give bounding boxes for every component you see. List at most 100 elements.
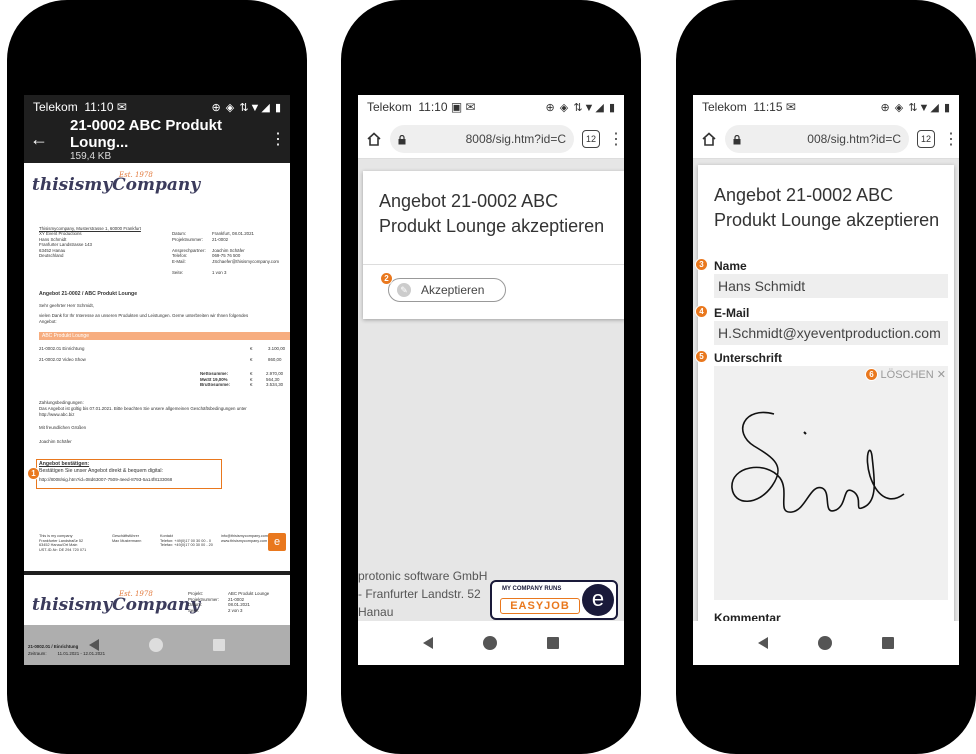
easyjob-tagline: MY COMPANY RUNS	[502, 586, 562, 592]
lock-icon	[398, 134, 406, 144]
clock: 11:15	[753, 100, 783, 114]
card-divider	[363, 264, 624, 265]
closing-text: Mit freundlichen Grüßen	[39, 425, 87, 430]
company-logo-est-page2: Est. 1978	[119, 590, 153, 598]
file-title: 21-0002 ABC Produkt Loung...	[70, 116, 222, 151]
nav-back-icon[interactable]	[423, 637, 433, 649]
card-title: Angebot 21-0002 ABC Produkt Lounge akzep…	[379, 191, 605, 236]
carrier-label: Telekom	[33, 100, 78, 114]
app-bar: ← 21-0002 ABC Produkt Loung... 159,4 KB …	[24, 117, 290, 162]
browser-toolbar: 008/sig.htm?id=C 12 ⋮	[693, 119, 959, 159]
browser-toolbar: 8008/sig.htm?id=C 12 ⋮	[358, 119, 624, 159]
page2-meta-values: ABC Produkt Lounge 21-0002 08.01.2021 2 …	[228, 591, 270, 613]
pdf-viewer-screen: Telekom 11:10 ✉ ⊕ ◈ ⇅▼◢ ▮ ← 21-0002 ABC …	[24, 95, 290, 665]
status-bar: Telekom 11:10 ▣ ✉ ⊕ ◈ ⇅▼◢ ▮	[358, 95, 624, 119]
system-icons: ⊕ ◈ ⇅▼◢ ▮	[880, 101, 951, 114]
system-nav-bar	[693, 621, 959, 665]
notification-icons: ▣ ✉	[450, 100, 476, 114]
address-bar[interactable]: 8008/sig.htm?id=C	[390, 124, 574, 153]
line-item-2-currency: €	[250, 357, 253, 362]
nav-home-icon[interactable]	[818, 636, 832, 650]
clock: 11:10	[84, 100, 114, 114]
browser-menu-icon[interactable]: ⋮	[608, 129, 624, 149]
name-field[interactable]: Hans Schmidt	[714, 274, 948, 298]
browser-menu-icon[interactable]: ⋮	[943, 129, 959, 149]
home-icon[interactable]	[701, 131, 717, 147]
company-footer: protonic software GmbH - Franfurter Land…	[358, 569, 488, 619]
nav-recent-icon[interactable]	[547, 637, 559, 649]
tab-switcher-button[interactable]: 12	[917, 129, 935, 148]
address-bar[interactable]: 008/sig.htm?id=C	[725, 124, 909, 153]
meta-values: Frankfurt, 08.01.2021 21-0002 Joachim Sc…	[212, 231, 280, 276]
line-item-2-value: 860,00	[268, 357, 282, 362]
line-item-2: 21-0002.02 Video Show	[39, 357, 86, 362]
system-icons: ⊕ ◈ ⇅▼◢ ▮	[545, 101, 616, 114]
home-icon[interactable]	[366, 131, 382, 147]
phone-browser-sign: Telekom 11:15 ✉ ⊕ ◈ ⇅▼◢ ▮ 008/sig.htm?id…	[676, 0, 976, 754]
status-bar: Telekom 11:10 ✉ ⊕ ◈ ⇅▼◢ ▮	[24, 95, 290, 119]
status-bar: Telekom 11:15 ✉ ⊕ ◈ ⇅▼◢ ▮	[693, 95, 959, 119]
totals-currency: € € €	[250, 371, 253, 388]
intro-text: vielen Dank für Ihr Interesse an unseren…	[39, 313, 249, 324]
carrier-label: Telekom	[702, 100, 747, 114]
nav-back-icon[interactable]	[758, 637, 768, 649]
file-titles: 21-0002 ABC Produkt Loung... 159,4 KB	[70, 117, 270, 162]
nav-recent-icon[interactable]	[213, 639, 225, 651]
accept-button-label: Akzeptieren	[421, 283, 485, 297]
browser-screen: Telekom 11:10 ▣ ✉ ⊕ ◈ ⇅▼◢ ▮ 8008/sig.htm…	[358, 95, 624, 665]
pdf-page-1[interactable]: thisismyCompany Est. 1978 Thisismycompan…	[24, 163, 290, 571]
company-logo-page2: thisismyCompany	[32, 595, 201, 615]
page2-item: 21-0002.01 / Einrichtung	[28, 644, 79, 649]
system-nav-bar: 21-0002.01 / Einrichtung Zeitraum: 11.01…	[24, 625, 290, 665]
footer-contact: Kontakt Telefon: +49(0)17 00 30 00 - 0 T…	[160, 534, 213, 548]
nav-recent-icon[interactable]	[882, 637, 894, 649]
carrier-label: Telekom	[367, 100, 412, 114]
step-badge-2: 2	[380, 272, 393, 285]
more-options-icon[interactable]: ⋮	[270, 129, 286, 149]
easyjob-name: EASYJOB	[500, 598, 580, 614]
card-title: Angebot 21-0002 ABC Produkt Lounge akzep…	[714, 185, 940, 230]
footer-management: Geschäftsführer Max Mustermann	[112, 534, 142, 543]
section-bar: ABC Produkt Lounge	[39, 332, 290, 340]
name-label: Name	[714, 259, 747, 273]
easyjob-logo-icon: e	[268, 533, 286, 551]
lock-icon	[733, 134, 741, 144]
company-logo: thisismyCompany	[32, 175, 201, 195]
email-field[interactable]: H.Schmidt@xyeventproduction.com	[714, 321, 948, 345]
confirm-link[interactable]: http://8008/sig.htm?id=08d63007-7509-4ee…	[39, 477, 172, 483]
signature-pad[interactable]: LÖSCHEN ✕	[714, 366, 948, 600]
signature-stroke	[731, 411, 905, 513]
nav-home-icon[interactable]	[483, 636, 497, 650]
line-item-1-value: 3.100,00	[268, 346, 286, 351]
step-badge-1: 1	[27, 467, 40, 480]
confirm-offer-box[interactable]: Angebot bestätigen: Bestätigen Sie unser…	[36, 459, 222, 489]
step-badge-5: 5	[695, 350, 708, 363]
mail-icon: ✉	[116, 100, 127, 114]
meta-labels: Datum: Projektnummer: Ansprechpartner: T…	[172, 231, 206, 276]
clear-signature-button[interactable]: LÖSCHEN ✕	[881, 368, 946, 381]
email-label: E-Mail	[714, 306, 750, 320]
footer-company: This is my company Frankfurter Landstraß…	[39, 534, 87, 552]
company-logo-est: Est. 1978	[119, 171, 153, 179]
file-size: 159,4 KB	[70, 150, 112, 162]
back-arrow-icon[interactable]: ←	[30, 129, 70, 150]
nav-back-icon[interactable]	[89, 639, 99, 651]
line-item-1-currency: €	[250, 346, 253, 351]
accept-card: Angebot 21-0002 ABC Produkt Lounge akzep…	[363, 171, 624, 319]
step-badge-6: 6	[865, 368, 878, 381]
terms-text: Das Angebot ist gültig bis 07.01.2021. B…	[39, 406, 247, 417]
accept-button[interactable]: ✎ Akzeptieren	[388, 278, 506, 302]
confirm-title: Angebot bestätigen:	[39, 461, 90, 467]
recipient-address: XY Event Productions Hans Schmidt Franfu…	[39, 231, 92, 259]
confirm-text: Bestätigen Sie unser Angebot direkt & be…	[39, 468, 164, 474]
url-text: 8008/sig.htm?id=C	[465, 131, 566, 146]
totals-labels: Nettosumme: MwSt 19,00% Bruttosumme:	[200, 371, 231, 388]
page2-meta-labels: Projekt: Projektnummer: Datum: Seite:	[188, 591, 219, 613]
clear-label: LÖSCHEN	[880, 369, 934, 381]
salutation: Sehr geehrter Herr Schmidt,	[39, 303, 94, 308]
easyjob-badge[interactable]: MY COMPANY RUNS EASYJOB e	[490, 580, 618, 620]
line-item-1: 21-0002.01 Einrichtung	[39, 346, 85, 351]
nav-home-icon[interactable]	[149, 638, 163, 652]
clock: 11:10	[418, 100, 448, 114]
tab-switcher-button[interactable]: 12	[582, 129, 600, 148]
